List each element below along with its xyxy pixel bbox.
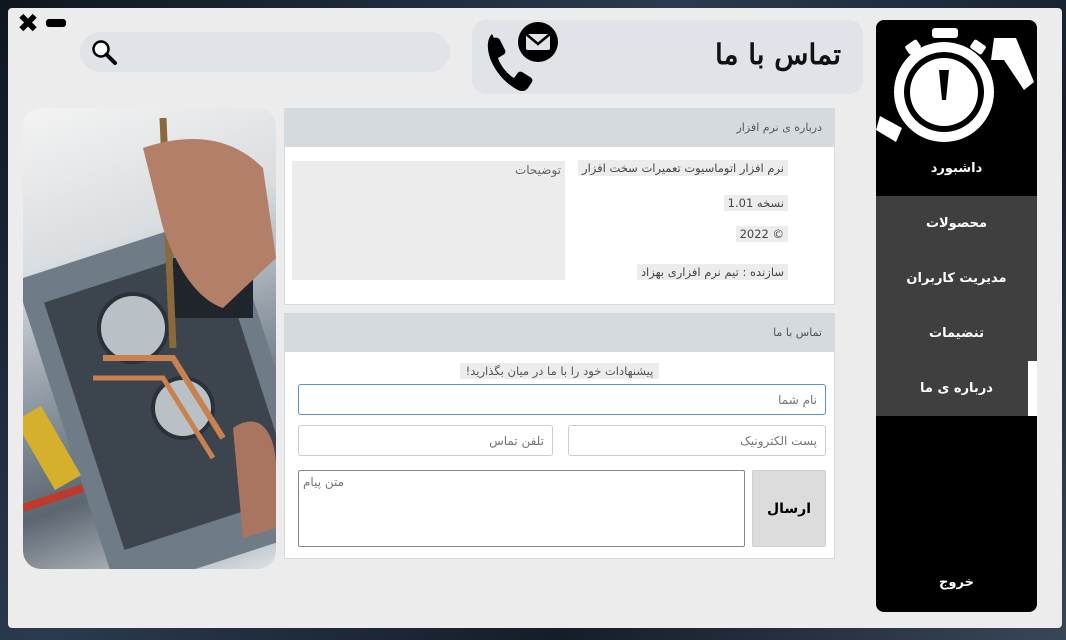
app-name-label: نرم افزار اتوماسیوت تعمیرات سخت افزار (578, 160, 788, 176)
description-label: توضیحات (514, 163, 561, 177)
search-icon[interactable] (90, 38, 118, 66)
exit-button[interactable]: خروج (876, 555, 1037, 610)
close-icon[interactable]: ✖ (16, 11, 40, 37)
sidebar-item-dashboard[interactable]: داشبورد (876, 141, 1037, 196)
contact-form-panel: تماس با ما پیشنهادات خود را با ما در میا… (284, 313, 835, 559)
copyright-label: © 2022 (735, 226, 788, 242)
email-field[interactable] (568, 425, 826, 456)
contact-panel-title: تماس با ما (285, 314, 834, 352)
phone-mail-icon (487, 22, 558, 92)
author-label: سازنده : تیم نرم افزاری بهزاد (636, 264, 788, 280)
hardware-repair-image (23, 108, 276, 569)
stopwatch-hammer-logo (876, 28, 1034, 142)
message-field[interactable] (298, 470, 745, 547)
sidebar-item-products[interactable]: محصولات (876, 196, 1037, 251)
send-button[interactable]: ارسال (752, 470, 826, 547)
search-bar (80, 32, 450, 72)
phone-field[interactable] (298, 425, 553, 456)
sidebar-item-about[interactable]: درباره ی ما (876, 361, 1037, 416)
search-input[interactable] (124, 38, 434, 66)
page-title: تماس با ما (714, 38, 841, 71)
page-header: تماس با ما (472, 20, 863, 94)
contact-hint-text: پیشنهادات خود را با ما در میان بگذارید! (459, 363, 660, 379)
minimize-icon[interactable] (46, 19, 66, 27)
laptop-illustration (23, 117, 276, 569)
contact-hint: پیشنهادات خود را با ما در میان بگذارید! (285, 360, 834, 379)
name-field[interactable] (298, 384, 826, 415)
sidebar-item-users[interactable]: مدیریت کاربران (876, 251, 1037, 306)
version-label: نسخه 1.01 (723, 195, 788, 211)
about-panel-title: درباره ی نرم افزار (285, 109, 834, 147)
sidebar-item-settings[interactable]: تنضیمات (876, 306, 1037, 361)
sidebar: داشبورد محصولات مدیریت کاربران تنضیمات د… (876, 20, 1037, 612)
about-software-panel: درباره ی نرم افزار توضیحات نرم افزار اتو… (284, 108, 835, 305)
description-box: توضیحات (292, 161, 565, 280)
